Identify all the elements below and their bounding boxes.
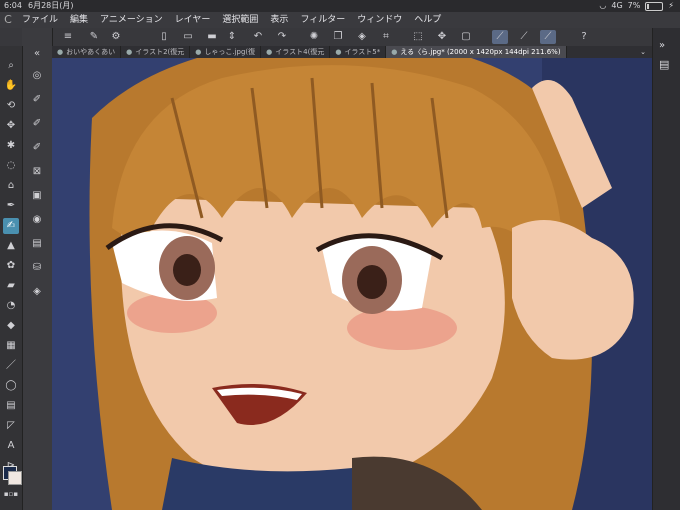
menu-selection[interactable]: 選択範囲 <box>216 12 264 28</box>
illustration <box>52 58 652 510</box>
hand-icon[interactable]: ✋ <box>3 78 19 94</box>
redo-icon[interactable]: ↷ <box>274 30 290 44</box>
open-folder-icon[interactable]: ▭ <box>180 30 196 44</box>
tab-doc-1[interactable]: ● おいやあくあい <box>52 46 122 58</box>
status-time: 6:04 <box>4 1 22 10</box>
shape-icon[interactable]: ◯ <box>3 378 19 394</box>
brush-snap-icon[interactable]: ⟋ <box>516 30 532 44</box>
tab-label: イラスト2(復元 <box>135 48 185 56</box>
panel-icon[interactable]: ▤ <box>659 58 669 71</box>
edit-icon[interactable]: ✎ <box>86 30 102 44</box>
command-bar: ≡ ✎ ⚙ ▯ ▭ ▬ ⇕ ↶ ↷ ✺ ❐ ◈ ⌗ ⬚ ✥ ▢ ⟋ ⟋ ⟋ ? <box>0 28 680 47</box>
settings-icon[interactable]: ⚙ <box>108 30 124 44</box>
brush-icon[interactable]: ✍ <box>3 218 19 234</box>
line-icon[interactable]: ／ <box>3 358 19 374</box>
charging-icon: ⚡ <box>668 1 674 10</box>
menu-help[interactable]: ヘルプ <box>408 12 447 28</box>
collapse-icon[interactable]: « <box>29 46 45 62</box>
layers-icon[interactable]: ◈ <box>29 284 45 300</box>
menu-edit[interactable]: 編集 <box>64 12 94 28</box>
tab-doc-4[interactable]: ● イラスト4(復元 <box>261 46 331 58</box>
status-date: 6月28日(月) <box>28 1 74 10</box>
pen-tool-2-icon[interactable]: ✐ <box>29 116 45 132</box>
fill-bucket-icon[interactable]: ◆ <box>3 318 19 334</box>
status-bar: 6:04 6月28日(月) ◡ 4G 7% ⚡ <box>0 0 680 12</box>
chevron-updown-icon[interactable]: ⇕ <box>224 30 240 44</box>
menu-bar: C ファイル 編集 アニメーション レイヤー 選択範囲 表示 フィルター ウィン… <box>0 12 680 28</box>
delete-icon[interactable]: ⊠ <box>29 164 45 180</box>
tab-label: える〈ら.jpg* (2000 x 1420px 144dpi 211.6%) <box>400 48 561 56</box>
menu-filter[interactable]: フィルター <box>294 12 351 28</box>
battery-icon <box>645 1 664 11</box>
expand-icon[interactable]: » <box>659 40 665 51</box>
help-icon[interactable]: ? <box>576 30 592 44</box>
airbrush-icon[interactable]: ▲ <box>3 238 19 254</box>
save-icon[interactable]: ▬ <box>204 30 220 44</box>
search-icon[interactable]: ◎ <box>29 68 45 84</box>
eraser-icon[interactable]: ▰ <box>3 278 19 294</box>
pen-tool-3-icon[interactable]: ✐ <box>29 140 45 156</box>
right-panel-strip: » ▤ <box>652 28 680 510</box>
dropper-icon[interactable]: ⌂ <box>3 178 19 194</box>
status-right: ◡ 4G 7% ⚡ <box>599 0 674 12</box>
rotate-icon[interactable]: ⟲ <box>3 98 19 114</box>
sub-color-swatch[interactable] <box>8 471 22 485</box>
chevron-down-icon[interactable]: ⌄ <box>634 46 652 58</box>
ruler-snap-icon[interactable]: ⟋ <box>492 30 508 44</box>
stack-icon[interactable]: ▤ <box>29 236 45 252</box>
menu-animation[interactable]: アニメーション <box>94 12 169 28</box>
ruler-icon[interactable]: ◸ <box>3 418 19 434</box>
new-file-icon[interactable]: ▯ <box>156 30 172 44</box>
document-tabs: ● おいやあくあい ● イラスト2(復元 ● しゃっこ.jpg(復 ● イラスト4(復元… <box>52 46 652 58</box>
tab-label: おいやあくあい <box>66 48 116 56</box>
move-layer-icon[interactable]: ✥ <box>3 118 19 134</box>
layer-icon[interactable]: ▢ <box>458 30 474 44</box>
transform-icon[interactable]: ⬚ <box>410 30 426 44</box>
wifi-icon: ◡ <box>599 1 607 10</box>
fill-icon[interactable]: ◈ <box>354 30 370 44</box>
decoration-icon[interactable]: ✿ <box>3 258 19 274</box>
gradient-icon[interactable]: ▦ <box>3 338 19 354</box>
right-pupil <box>357 265 387 299</box>
crop-icon[interactable]: ⌗ <box>378 30 394 44</box>
menu-file[interactable]: ファイル <box>16 12 64 28</box>
move-icon[interactable]: ✥ <box>434 30 450 44</box>
tool-palette: ⌕ ✋ ⟲ ✥ ✱ ◌ ⌂ ✒ ✍ ▲ ✿ ▰ ◔ ◆ ▦ ／ ◯ ▤ ◸ A … <box>0 46 23 510</box>
zoom-icon[interactable]: ⌕ <box>3 58 19 74</box>
battery-percent: 7% <box>627 1 641 10</box>
tab-doc-5[interactable]: ● イラスト5* <box>330 46 387 58</box>
pen-tool-icon[interactable]: ✐ <box>29 92 45 108</box>
menu-icon[interactable]: ≡ <box>60 30 76 44</box>
tab-doc-6[interactable]: ● える〈ら.jpg* (2000 x 1420px 144dpi 211.6%) <box>386 46 567 58</box>
app-logo-icon[interactable]: C <box>0 12 16 28</box>
blend-icon[interactable]: ◔ <box>3 298 19 314</box>
lasso-icon[interactable]: ◌ <box>3 158 19 174</box>
copy-icon[interactable]: ❐ <box>330 30 346 44</box>
tab-label: しゃっこ.jpg(復 <box>204 48 256 56</box>
left-pupil <box>173 254 201 286</box>
wand-icon[interactable]: ✱ <box>3 138 19 154</box>
signal-label: 4G <box>611 1 623 10</box>
tab-doc-3[interactable]: ● しゃっこ.jpg(復 <box>190 46 262 58</box>
menu-window[interactable]: ウィンドウ <box>351 12 408 28</box>
menu-view[interactable]: 表示 <box>264 12 294 28</box>
loading-icon[interactable]: ✺ <box>306 30 322 44</box>
tab-label: イラスト5* <box>344 48 381 56</box>
frame-icon[interactable]: ▤ <box>3 398 19 414</box>
drawing-canvas[interactable] <box>52 58 652 510</box>
layer-thumb-icon[interactable]: ▣ <box>29 188 45 204</box>
pen-icon[interactable]: ✒ <box>3 198 19 214</box>
tab-label: イラスト4(復元 <box>275 48 325 56</box>
undo-icon[interactable]: ↶ <box>250 30 266 44</box>
circle-icon[interactable]: ◉ <box>29 212 45 228</box>
color-options-icon[interactable]: ▪▫▪ <box>3 486 19 502</box>
menu-layer[interactable]: レイヤー <box>169 12 217 28</box>
special-ruler-icon[interactable]: ⟋ <box>540 30 556 44</box>
text-icon[interactable]: A <box>3 438 19 454</box>
sub-tool-strip: « ◎ ✐ ✐ ✐ ⊠ ▣ ◉ ▤ ⛁ ◈ <box>22 28 53 510</box>
db-icon[interactable]: ⛁ <box>29 260 45 276</box>
tab-doc-2[interactable]: ● イラスト2(復元 <box>121 46 191 58</box>
